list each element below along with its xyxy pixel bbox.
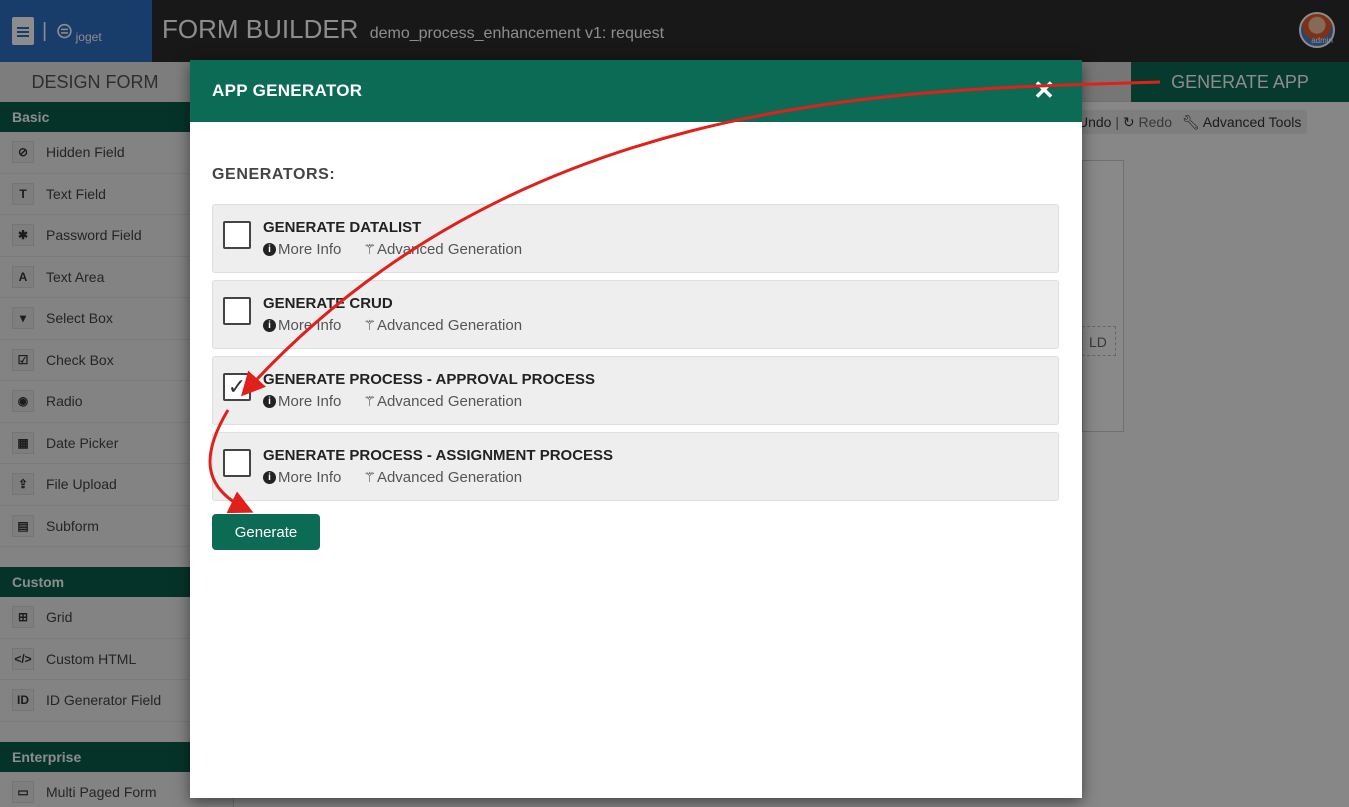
generator-checkbox[interactable]: ✓: [223, 373, 251, 401]
generators-label: GENERATORS:: [212, 166, 336, 183]
info-circle-icon: i: [263, 319, 276, 332]
generator-links: i More Info ⚚ Advanced Generation: [263, 317, 522, 334]
info-circle-icon: i: [263, 395, 276, 408]
advanced-generation-link[interactable]: Advanced Generation: [377, 469, 522, 486]
generator-list: GENERATE DATALIST i More Info ⚚ Advanced Gen…: [212, 204, 1060, 501]
more-info-link[interactable]: More Info: [278, 393, 341, 410]
magic-wand-icon: ⚚: [363, 393, 376, 409]
advanced-generation-link[interactable]: Advanced Generation: [377, 241, 522, 258]
generator-checkbox[interactable]: [223, 221, 251, 249]
generator-option: GENERATE PROCESS - ASSIGNMENT PROCESS i Mo…: [212, 432, 1059, 501]
generator-checkbox[interactable]: [223, 297, 251, 325]
dialog-body: GENERATORS: GENERATE DATALIST i More Info ⚚…: [190, 122, 1082, 501]
generator-option: GENERATE CRUD i More Info ⚚ Advanced Generat…: [212, 280, 1059, 349]
generator-checkbox[interactable]: [223, 449, 251, 477]
close-icon[interactable]: ✕: [1030, 76, 1058, 104]
generator-option: ✓ GENERATE PROCESS - APPROVAL PROCESS i Mor…: [212, 356, 1059, 425]
advanced-generation-link[interactable]: Advanced Generation: [377, 393, 522, 410]
more-info-link[interactable]: More Info: [278, 469, 341, 486]
advanced-generation-link[interactable]: Advanced Generation: [377, 317, 522, 334]
generator-name: GENERATE CRUD: [263, 295, 393, 312]
info-circle-icon: i: [263, 243, 276, 256]
magic-wand-icon: ⚚: [363, 241, 376, 257]
generator-links: i More Info ⚚ Advanced Generation: [263, 393, 522, 410]
generator-option: GENERATE DATALIST i More Info ⚚ Advanced Gen…: [212, 204, 1059, 273]
generator-name: GENERATE PROCESS - APPROVAL PROCESS: [263, 371, 595, 388]
dialog-title: APP GENERATOR: [212, 81, 363, 100]
magic-wand-icon: ⚚: [363, 317, 376, 333]
info-circle-icon: i: [263, 471, 276, 484]
app-generator-dialog: APP GENERATOR ✕ GENERATORS: GENERATE DAT…: [190, 60, 1082, 798]
more-info-link[interactable]: More Info: [278, 241, 341, 258]
checkmark-icon: ✓: [227, 374, 247, 399]
generate-button[interactable]: Generate: [212, 514, 320, 550]
generator-name: GENERATE PROCESS - ASSIGNMENT PROCESS: [263, 447, 614, 464]
dialog-header: APP GENERATOR ✕: [190, 60, 1082, 122]
generator-links: i More Info ⚚ Advanced Generation: [263, 469, 522, 486]
generator-links: i More Info ⚚ Advanced Generation: [263, 241, 522, 258]
more-info-link[interactable]: More Info: [278, 317, 341, 334]
generator-name: GENERATE DATALIST: [263, 219, 422, 236]
magic-wand-icon: ⚚: [363, 469, 376, 485]
